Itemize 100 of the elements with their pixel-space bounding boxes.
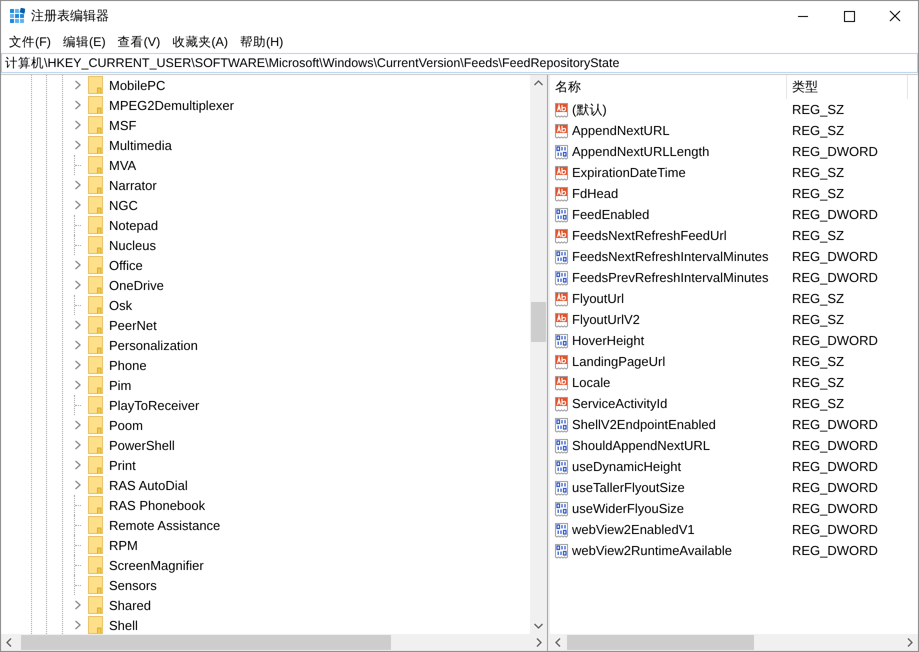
folder-icon	[88, 595, 103, 615]
column-header[interactable]: 名称	[550, 75, 787, 99]
tree-item[interactable]: Notepad	[109, 218, 158, 232]
value-name[interactable]: HoverHeight	[572, 333, 644, 348]
tree-item[interactable]: Print	[109, 458, 136, 472]
value-name[interactable]: useTallerFlyoutSize	[572, 480, 685, 495]
chevron-icon[interactable]	[74, 620, 82, 630]
value-type: REG_DWORD	[791, 333, 878, 348]
tree-item[interactable]: MVA	[109, 158, 136, 172]
chevron-icon[interactable]	[74, 140, 82, 150]
scrollbar[interactable]	[1, 634, 547, 651]
value-name[interactable]: LandingPageUrl	[572, 354, 666, 369]
value-name[interactable]: FlyoutUrlV2	[572, 312, 640, 327]
value-name[interactable]: useWiderFlyouSize	[572, 501, 684, 516]
scrollbar-thumb[interactable]	[531, 302, 546, 342]
scrollbar[interactable]	[530, 75, 547, 634]
tree-item[interactable]: Poom	[109, 418, 143, 432]
value-name[interactable]: ServiceActivityId	[572, 396, 668, 411]
value-name[interactable]: AppendNextURL	[572, 123, 670, 138]
tree-item[interactable]: Shell	[109, 618, 138, 632]
chevron-icon[interactable]	[74, 380, 82, 390]
tree-item[interactable]: RAS Phonebook	[109, 498, 206, 512]
tree-item[interactable]: MSF	[109, 118, 136, 132]
chevron-icon[interactable]	[74, 320, 82, 330]
tree-item[interactable]: OneDrive	[109, 278, 164, 292]
value-name[interactable]: webView2RuntimeAvailable	[572, 543, 732, 558]
value-name[interactable]: AppendNextURLLength	[572, 144, 710, 159]
chevron-icon[interactable]	[74, 480, 82, 490]
value-type: REG_SZ	[791, 228, 844, 243]
tree-item[interactable]: RPM	[109, 538, 138, 552]
value-name[interactable]: FeedsNextRefreshFeedUrl	[572, 228, 727, 243]
value-type: REG_DWORD	[791, 417, 878, 432]
scrollbar[interactable]	[550, 634, 918, 651]
chevron-icon[interactable]	[74, 600, 82, 610]
tree-item[interactable]: PeerNet	[109, 318, 157, 332]
tree-item[interactable]: Sensors	[109, 578, 157, 592]
chevron-icon[interactable]	[74, 260, 82, 270]
tree-item[interactable]: PowerShell	[109, 438, 175, 452]
value-name[interactable]: FeedsNextRefreshIntervalMinutes	[572, 249, 769, 264]
value-name[interactable]: Locale	[572, 375, 610, 390]
folder-icon	[88, 355, 103, 375]
folder-icon	[88, 415, 103, 435]
value-name[interactable]: ExpirationDateTime	[572, 165, 686, 180]
value-name[interactable]: useDynamicHeight	[572, 459, 682, 474]
menu-item[interactable]: 文件(F)	[3, 34, 57, 50]
tree-item[interactable]: Narrator	[109, 178, 157, 192]
tree-item[interactable]: Phone	[109, 358, 147, 372]
chevron-icon[interactable]	[74, 100, 82, 110]
menu-item[interactable]: 查看(V)	[112, 34, 166, 50]
value-name[interactable]: ShouldAppendNextURL	[572, 438, 710, 453]
value-name[interactable]: webView2EnabledV1	[572, 522, 695, 537]
column-header[interactable]: 类型	[787, 75, 908, 99]
folder-icon	[88, 435, 103, 455]
tree-item[interactable]: ScreenMagnifier	[109, 558, 204, 572]
menu-item[interactable]: 收藏夹(A)	[166, 34, 234, 50]
folder-icon	[88, 195, 103, 215]
string-value-icon	[554, 102, 570, 118]
value-name[interactable]: ShellV2EndpointEnabled	[572, 417, 716, 432]
address-field[interactable]: 计算机\HKEY_CURRENT_USER\SOFTWARE\Microsoft\Windows\CurrentVersion\Feeds\FeedRepositoryState	[1, 53, 918, 73]
menu-item[interactable]: 编辑(E)	[56, 34, 112, 50]
folder-icon	[88, 135, 103, 155]
value-type: REG_DWORD	[791, 144, 878, 159]
tree-item[interactable]: Pim	[109, 378, 132, 392]
tree-item[interactable]: MobilePC	[109, 78, 166, 92]
chevron-icon[interactable]	[74, 200, 82, 210]
tree-item[interactable]: Multimedia	[109, 138, 172, 152]
binary-value-icon	[554, 248, 570, 264]
chevron-icon[interactable]	[74, 460, 82, 470]
value-type: REG_SZ	[791, 354, 844, 369]
scrollbar-thumb[interactable]	[21, 635, 391, 650]
value-type: REG_DWORD	[791, 438, 878, 453]
folder-icon	[88, 295, 103, 315]
value-name[interactable]: FdHead	[572, 186, 618, 201]
tree-item[interactable]: Personalization	[109, 338, 198, 352]
chevron-icon[interactable]	[74, 340, 82, 350]
chevron-icon[interactable]	[74, 440, 82, 450]
tree-item[interactable]: Remote Assistance	[109, 518, 220, 532]
tree-item[interactable]: Osk	[109, 298, 132, 312]
chevron-icon[interactable]	[74, 120, 82, 130]
chevron-icon[interactable]	[74, 360, 82, 370]
value-type: REG_DWORD	[791, 522, 878, 537]
scrollbar-thumb[interactable]	[567, 635, 754, 650]
tree-item[interactable]: RAS AutoDial	[109, 478, 188, 492]
chevron-icon[interactable]	[74, 420, 82, 430]
string-value-icon	[554, 354, 570, 370]
value-name[interactable]: (默认)	[572, 100, 607, 118]
value-name[interactable]: FeedEnabled	[572, 207, 650, 222]
tree-item[interactable]: NGC	[109, 198, 138, 212]
chevron-icon[interactable]	[74, 80, 82, 90]
tree-item[interactable]: PlayToReceiver	[109, 398, 200, 412]
tree-item[interactable]: Nucleus	[109, 238, 156, 252]
value-name[interactable]: FlyoutUrl	[572, 291, 624, 306]
tree-item[interactable]: MPEG2Demultiplexer	[109, 98, 234, 112]
value-type: REG_DWORD	[791, 249, 878, 264]
value-name[interactable]: FeedsPrevRefreshIntervalMinutes	[572, 270, 769, 285]
tree-item[interactable]: Shared	[109, 598, 151, 612]
menu-item[interactable]: 帮助(H)	[234, 34, 290, 50]
chevron-icon[interactable]	[74, 180, 82, 190]
chevron-icon[interactable]	[74, 280, 82, 290]
tree-item[interactable]: Office	[109, 258, 143, 272]
